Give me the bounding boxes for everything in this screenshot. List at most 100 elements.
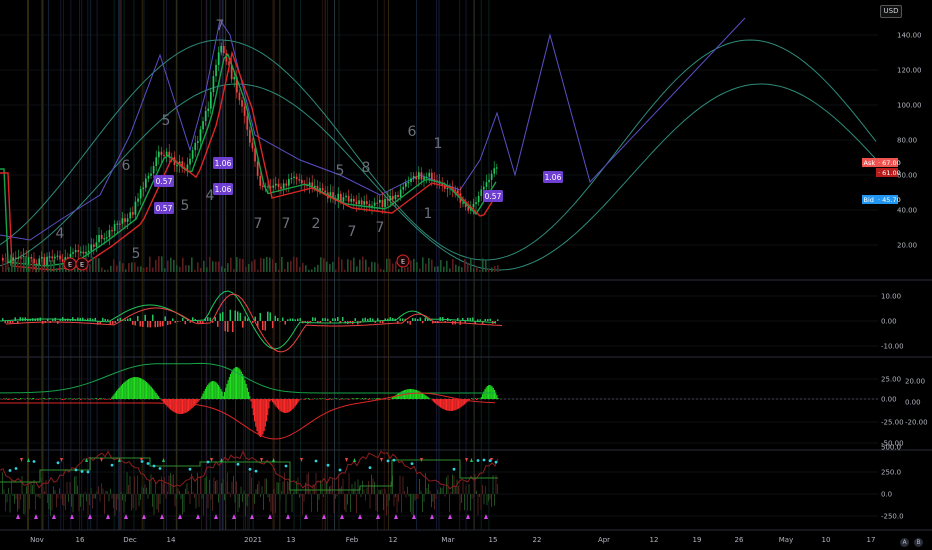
oscillator-bar	[443, 399, 445, 410]
oscillator-bar	[124, 381, 126, 399]
macd-histogram-bar	[274, 315, 276, 321]
macd-histogram-bar	[172, 318, 174, 321]
oscillator-bar	[174, 399, 176, 413]
oscillator-bar	[35, 399, 37, 400]
candle	[30, 257, 33, 259]
oscillator-bar	[231, 371, 233, 399]
signal-volume-bar	[374, 481, 375, 494]
candle	[197, 141, 199, 143]
oscillator-bar	[460, 399, 462, 408]
macd-histogram-bar	[167, 321, 169, 326]
oscillator-bar	[284, 399, 286, 413]
oscillator-bar	[218, 385, 220, 399]
time-axis-tick: 10	[822, 536, 831, 544]
signal-volume-bar	[297, 477, 299, 494]
signal-volume-bar	[486, 494, 488, 506]
signal-volume-bar	[54, 490, 56, 494]
oscillator-bar	[29, 398, 31, 399]
oscillator-bar	[116, 390, 118, 399]
log-scale-button[interactable]: B	[914, 538, 923, 547]
macd-histogram-bar	[94, 317, 96, 321]
volume-bar	[425, 263, 427, 272]
candle	[472, 203, 475, 208]
volume-bar	[152, 267, 154, 272]
macd-histogram-bar	[157, 321, 159, 327]
oscillator-bar	[299, 399, 301, 400]
signal-dot	[386, 459, 390, 463]
signal-dot	[338, 468, 342, 472]
time-axis-tick: May	[779, 536, 793, 544]
signal-volume-bar	[42, 487, 44, 494]
signal-volume-bar	[414, 494, 416, 501]
candle	[147, 175, 150, 179]
volume-bar	[230, 257, 232, 272]
signal-volume-bar	[437, 489, 438, 494]
oscillator-bar	[154, 391, 156, 399]
signal-volume-bar	[3, 489, 5, 494]
oscillator-bar	[152, 388, 154, 399]
volume-bar	[476, 266, 478, 272]
wave-count-label: 7	[376, 220, 385, 236]
signal-volume-bar	[399, 475, 401, 494]
oscillator-bar	[263, 399, 265, 432]
oscillator-bar	[285, 399, 287, 413]
macd-histogram-bar	[409, 321, 411, 325]
signal-dot	[146, 462, 150, 465]
signal-volume-bar	[164, 477, 165, 494]
wave-count-label: 6	[122, 158, 131, 174]
signal-volume-bar	[459, 494, 461, 511]
volume-bar	[29, 256, 31, 272]
macd-histogram-bar	[159, 321, 161, 327]
signal-volume-bar	[425, 472, 426, 494]
signal-volume-bar	[123, 494, 125, 513]
time-axis-tick: Dec	[123, 536, 137, 544]
pivot-marker	[412, 514, 416, 519]
macd-histogram-bar	[164, 316, 166, 321]
sell-signal-marker	[465, 458, 468, 462]
signal-volume-bar	[36, 494, 38, 497]
signal-volume-bar	[129, 476, 131, 494]
signal-volume-bar	[471, 494, 473, 500]
macd-histogram-bar	[174, 321, 176, 323]
macd-histogram-bar	[202, 321, 204, 324]
candle	[85, 251, 87, 254]
candle	[415, 176, 418, 180]
candle	[54, 256, 56, 259]
macd-histogram-bar	[9, 321, 11, 324]
volume-bar	[14, 259, 16, 272]
oscillator-bar	[377, 398, 379, 399]
signal-volume-bar	[50, 494, 51, 516]
candle	[220, 46, 223, 53]
signal-volume-bar	[464, 494, 465, 511]
oscillator-bar	[293, 399, 295, 408]
currency-button[interactable]: USD	[880, 5, 902, 18]
auto-scale-button[interactable]: A	[900, 538, 909, 547]
candle	[113, 224, 116, 232]
volume-bar	[356, 266, 358, 272]
oscillator-bar	[356, 398, 358, 399]
signal-volume-bar	[150, 474, 152, 494]
signal-volume-bar	[128, 484, 129, 494]
volume-bar	[227, 263, 229, 272]
mid-price: · 61.00	[878, 169, 901, 177]
signal-volume-bar	[252, 494, 254, 511]
volume-bar	[41, 262, 43, 272]
signal-volume-bar	[440, 487, 441, 494]
signal-volume-bar	[383, 494, 384, 511]
volume-bar	[221, 266, 223, 272]
signal-volume-bar	[413, 494, 414, 516]
signal-volume-bar	[75, 476, 77, 494]
bid-price: · 45.70	[878, 196, 901, 204]
volume-bar	[62, 264, 64, 272]
signal-volume-bar	[347, 494, 348, 505]
volume-bar	[146, 267, 148, 272]
candle	[402, 186, 405, 190]
signal-volume-bar	[14, 494, 15, 504]
signal-volume-bar	[332, 477, 333, 494]
signal-volume-bar	[420, 490, 422, 494]
signal-volume-bar	[108, 494, 110, 502]
volume-bar	[116, 265, 118, 272]
candle	[90, 244, 93, 251]
candle	[134, 201, 137, 215]
candle	[194, 142, 197, 151]
